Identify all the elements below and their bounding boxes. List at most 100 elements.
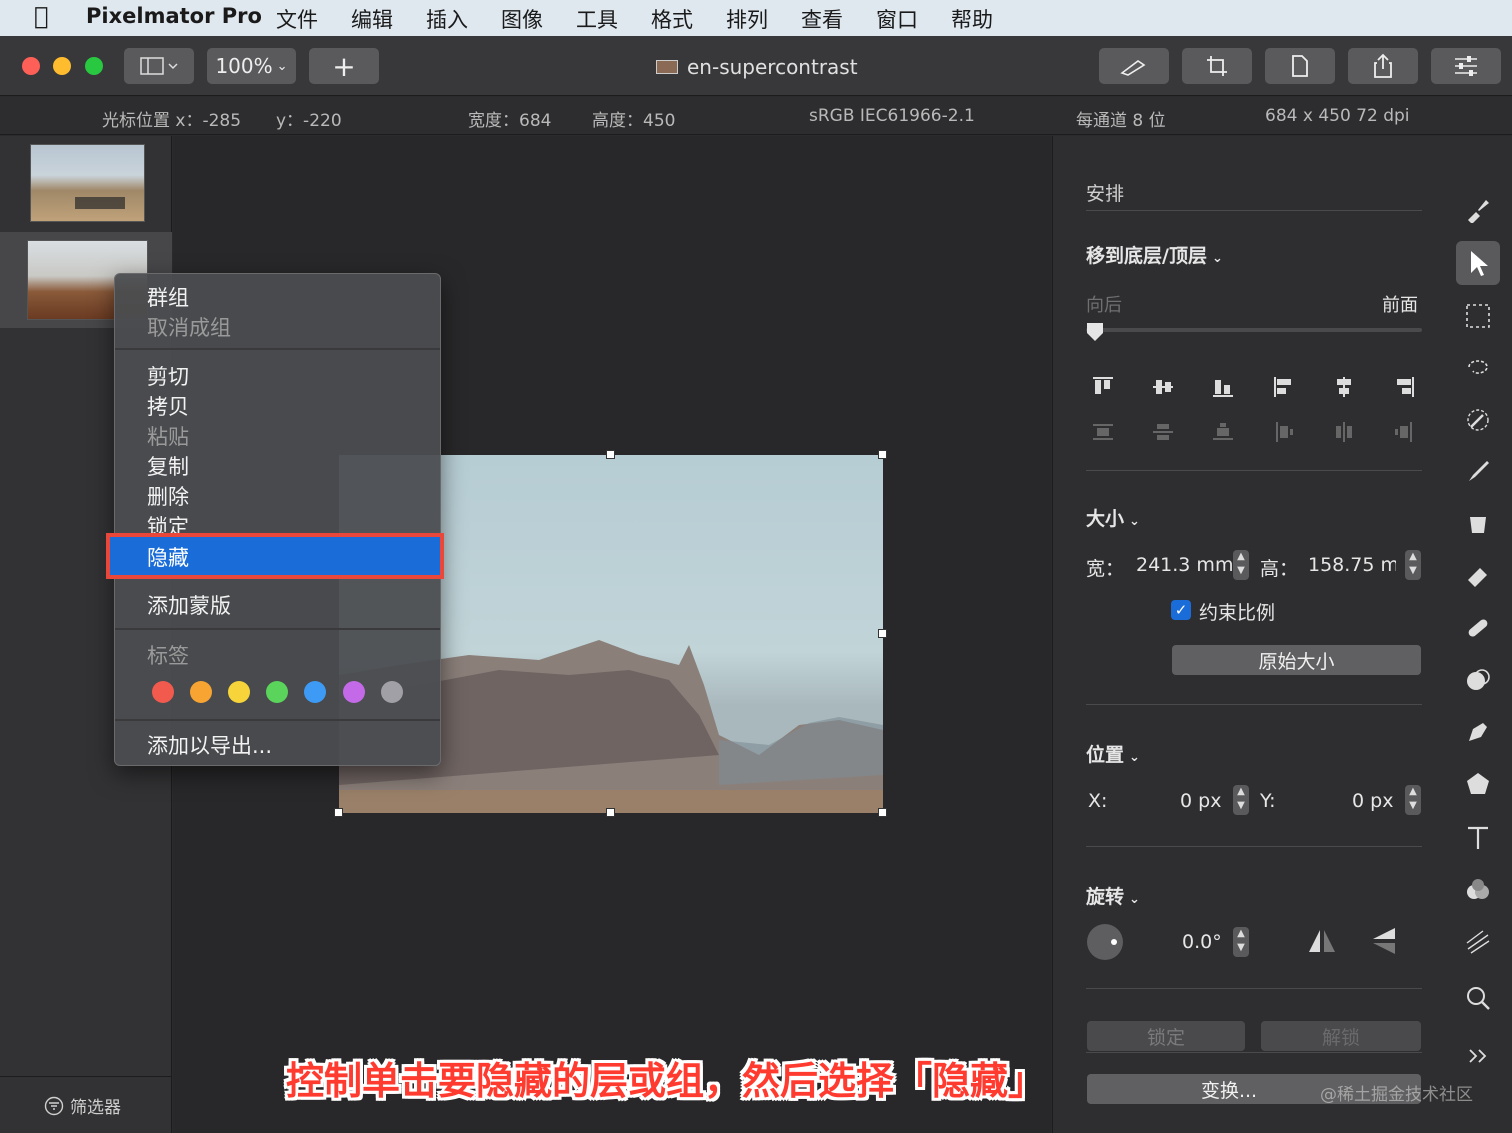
menu-insert[interactable]: 插入 <box>426 4 468 34</box>
context-menu: 群组 取消成组 剪切 拷贝 粘贴 复制 删除 锁定 添加蒙版 标签 添加以导出.… <box>114 273 441 766</box>
layer-thumbnail-cattle[interactable] <box>30 144 145 222</box>
zoom-dropdown[interactable]: 100% ⌄ <box>207 48 296 84</box>
resize-handle-bottom-right[interactable] <box>878 808 887 817</box>
x-stepper[interactable]: ▲ ▼ <box>1233 785 1249 815</box>
retouch-tool[interactable] <box>1456 606 1500 650</box>
menu-help[interactable]: 帮助 <box>951 4 993 34</box>
menu-item-duplicate[interactable]: 复制 <box>147 451 189 481</box>
menu-item-delete[interactable]: 删除 <box>147 481 189 511</box>
app-name-menu[interactable]: Pixelmator Pro <box>86 4 262 28</box>
erase-tool[interactable] <box>1456 554 1500 598</box>
rotation-dial[interactable] <box>1087 924 1123 960</box>
rotate-title: 旋转 <box>1086 886 1125 908</box>
position-section-toggle[interactable]: 位置 ⌄ <box>1086 740 1140 767</box>
tag-blue[interactable] <box>304 681 326 703</box>
shape-tool[interactable] <box>1456 762 1500 806</box>
color-picker-tool[interactable] <box>1456 398 1500 442</box>
rotation-stepper[interactable]: ▲ ▼ <box>1233 927 1249 957</box>
flip-horizontal-icon[interactable] <box>1307 928 1337 954</box>
constrain-checkbox[interactable]: ✓ <box>1171 600 1191 620</box>
paint-tool[interactable] <box>1456 450 1500 494</box>
document-title: en-supercontrast <box>687 55 858 79</box>
menu-item-group[interactable]: 群组 <box>147 282 189 312</box>
distort-tool[interactable] <box>1456 920 1500 964</box>
y-stepper[interactable]: ▲ ▼ <box>1405 785 1421 815</box>
move-order-dropdown[interactable]: 移到底层/顶层 ⌄ <box>1086 241 1223 268</box>
height-stepper[interactable]: ▲ ▼ <box>1405 550 1421 580</box>
menu-file[interactable]: 文件 <box>276 4 318 34</box>
sidebar-icon <box>140 57 178 75</box>
rotation-field[interactable]: 0.0° <box>1182 931 1222 953</box>
align-left-icon[interactable] <box>1273 376 1295 398</box>
tag-green[interactable] <box>266 681 288 703</box>
flip-vertical-icon[interactable] <box>1371 926 1397 956</box>
menu-arrange[interactable]: 排列 <box>726 4 768 34</box>
menu-item-copy[interactable]: 拷贝 <box>147 391 189 421</box>
type-tool[interactable] <box>1456 816 1500 860</box>
select-tool[interactable] <box>1456 294 1500 338</box>
panel-divider <box>1086 1052 1422 1053</box>
share-button[interactable] <box>1348 48 1418 84</box>
close-window-button[interactable] <box>22 57 40 75</box>
align-middle-icon[interactable] <box>1152 376 1174 398</box>
order-slider-track[interactable] <box>1086 328 1422 332</box>
menu-item-add-mask[interactable]: 添加蒙版 <box>147 590 231 620</box>
menu-image[interactable]: 图像 <box>501 4 543 34</box>
pen-tool[interactable] <box>1456 710 1500 754</box>
align-bottom-icon[interactable] <box>1212 376 1234 398</box>
menu-item-add-to-export[interactable]: 添加以导出... <box>147 730 272 760</box>
document-button[interactable] <box>1265 48 1335 84</box>
align-center-icon[interactable] <box>1333 376 1355 398</box>
tag-red[interactable] <box>152 681 174 703</box>
order-slider-knob[interactable] <box>1086 322 1104 342</box>
y-field[interactable]: 0 px <box>1352 790 1393 812</box>
crop-button[interactable] <box>1182 48 1252 84</box>
menu-tools[interactable]: 工具 <box>576 4 618 34</box>
fill-tool[interactable] <box>1456 502 1500 546</box>
sidebar-toggle-button[interactable] <box>124 48 194 84</box>
menu-item-cut[interactable]: 剪切 <box>147 361 189 391</box>
apple-logo-icon[interactable]:  <box>34 2 48 30</box>
distribute-right-icon <box>1395 422 1412 442</box>
menu-format[interactable]: 格式 <box>651 4 693 34</box>
resize-handle-bottom[interactable] <box>606 808 615 817</box>
resize-handle-top-right[interactable] <box>878 450 887 459</box>
more-tools-button[interactable] <box>1456 1034 1500 1078</box>
arrange-tool[interactable] <box>1456 241 1500 285</box>
width-stepper[interactable]: ▲ ▼ <box>1233 550 1249 580</box>
magic-select-tool[interactable] <box>1456 346 1500 390</box>
adjust-button[interactable] <box>1431 48 1501 84</box>
menu-item-hide-highlight[interactable]: 隐藏 <box>106 533 444 579</box>
color-adjust-tool[interactable] <box>1456 658 1500 702</box>
menu-separator <box>115 628 440 630</box>
style-button[interactable] <box>1099 48 1169 84</box>
tag-orange[interactable] <box>190 681 212 703</box>
align-right-icon[interactable] <box>1393 376 1415 398</box>
height-field[interactable]: 158.75 mı <box>1308 554 1396 576</box>
menu-view[interactable]: 查看 <box>801 4 843 34</box>
filter-button[interactable]: 筛选器 <box>44 1093 121 1118</box>
resize-handle-top[interactable] <box>606 450 615 459</box>
tag-gray[interactable] <box>381 681 403 703</box>
tag-purple[interactable] <box>343 681 365 703</box>
zoom-tool[interactable] <box>1456 976 1500 1020</box>
zoom-window-button[interactable] <box>85 57 103 75</box>
width-field[interactable]: 241.3 mm <box>1136 554 1233 576</box>
tag-yellow[interactable] <box>228 681 250 703</box>
effects-tool[interactable] <box>1456 868 1500 912</box>
size-section-toggle[interactable]: 大小 ⌄ <box>1086 504 1140 531</box>
effects-icon <box>1467 879 1489 899</box>
resize-handle-right[interactable] <box>878 629 887 638</box>
tutorial-caption: 控制单击要隐藏的层或组，然后选择「隐藏」 <box>286 1059 1047 1103</box>
minimize-window-button[interactable] <box>53 57 71 75</box>
resize-handle-bottom-left[interactable] <box>334 808 343 817</box>
style-tool[interactable] <box>1456 188 1500 232</box>
x-field[interactable]: 0 px <box>1180 790 1221 812</box>
rotate-section-toggle[interactable]: 旋转 ⌄ <box>1086 882 1140 909</box>
menu-window[interactable]: 窗口 <box>876 4 918 34</box>
original-size-button[interactable]: 原始大小 <box>1172 645 1421 675</box>
align-top-icon[interactable] <box>1092 376 1114 398</box>
add-button[interactable]: + <box>309 48 379 84</box>
menu-item-paste: 粘贴 <box>147 425 189 449</box>
menu-edit[interactable]: 编辑 <box>351 4 393 34</box>
